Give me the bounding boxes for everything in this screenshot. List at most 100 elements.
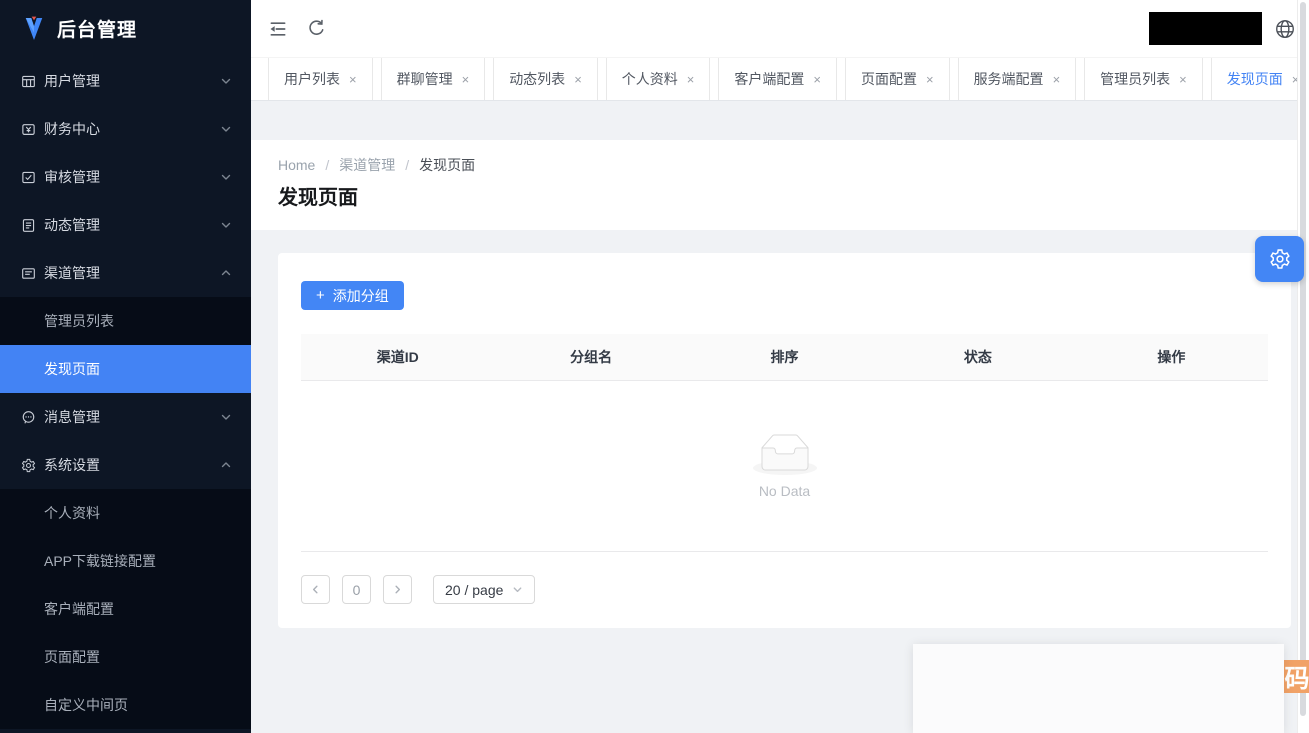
- close-icon[interactable]: ×: [926, 73, 934, 86]
- sidebar-item-settings[interactable]: 系统设置: [0, 441, 251, 489]
- sidebar-submenu-settings: 个人资料 APP下载链接配置 客户端配置 页面配置 自定义中间页: [0, 489, 251, 729]
- sidebar-item-message[interactable]: 消息管理: [0, 393, 251, 441]
- pagination: 0 20 / page: [301, 575, 1268, 604]
- tab-label: 管理员列表: [1100, 69, 1170, 89]
- page-body: Home / 渠道管理 / 发现页面 发现页面 + 添加分组 渠道ID 分组名 …: [251, 101, 1309, 733]
- chevron-left-icon: [310, 584, 321, 595]
- sidebar-collapse-button[interactable]: [268, 19, 288, 39]
- page-size-select[interactable]: 20 / page: [433, 575, 535, 604]
- empty-text: No Data: [759, 483, 810, 499]
- sidebar-item-label: 渠道管理: [44, 263, 220, 283]
- breadcrumb-separator: /: [405, 157, 409, 173]
- app-logo: 后台管理: [0, 0, 251, 57]
- sidebar-item-user-mgmt[interactable]: 用户管理: [0, 57, 251, 105]
- sidebar-item-audit[interactable]: 审核管理: [0, 153, 251, 201]
- chevron-up-icon: [220, 459, 232, 471]
- column-header-sort: 排序: [688, 347, 881, 367]
- tab-moments-list[interactable]: 动态列表 ×: [493, 58, 598, 100]
- list-panel-icon: [21, 266, 36, 281]
- tab-user-list[interactable]: 用户列表 ×: [268, 58, 373, 100]
- sidebar-item-channel[interactable]: 渠道管理: [0, 249, 251, 297]
- chevron-down-icon: [220, 75, 232, 87]
- sidebar-subitem-page-config[interactable]: 页面配置: [0, 633, 251, 681]
- sidebar-item-label: 系统设置: [44, 455, 220, 475]
- prev-page-button[interactable]: [301, 575, 330, 604]
- chevron-down-icon: [220, 171, 232, 183]
- tab-admin-list[interactable]: 管理员列表 ×: [1084, 58, 1203, 100]
- add-group-button-label: 添加分组: [333, 286, 389, 306]
- user-account-redacted[interactable]: [1149, 12, 1262, 45]
- plus-icon: +: [316, 288, 325, 303]
- sidebar-item-label: 消息管理: [44, 407, 220, 427]
- scrollbar-thumb[interactable]: [1300, 2, 1306, 716]
- tab-client-config[interactable]: 客户端配置 ×: [718, 58, 837, 100]
- tab-server-config[interactable]: 服务端配置 ×: [958, 58, 1077, 100]
- sidebar-item-label: 动态管理: [44, 215, 220, 235]
- checkbox-icon: [21, 170, 36, 185]
- sidebar-submenu-channel: 管理员列表 发现页面: [0, 297, 251, 393]
- close-icon[interactable]: ×: [1179, 73, 1187, 86]
- chevron-down-icon: [220, 219, 232, 231]
- sidebar-subitem-label: 页面配置: [44, 647, 100, 667]
- tab-page-config[interactable]: 页面配置 ×: [845, 58, 950, 100]
- tab-label: 群聊管理: [397, 69, 453, 89]
- main-area: 用户列表 × 群聊管理 × 动态列表 × 个人资料 × 客户端配置 × 页面配置…: [251, 0, 1309, 733]
- chevron-up-icon: [220, 267, 232, 279]
- sidebar-subitem-app-download-config[interactable]: APP下载链接配置: [0, 537, 251, 585]
- page-header: Home / 渠道管理 / 发现页面 发现页面: [251, 140, 1309, 230]
- sidebar-subitem-label: 管理员列表: [44, 311, 114, 331]
- sidebar-item-label: 财务中心: [44, 119, 220, 139]
- topbar: [251, 0, 1309, 58]
- scrollbar[interactable]: [1297, 0, 1309, 733]
- content-card: + 添加分组 渠道ID 分组名 排序 状态 操作: [278, 253, 1291, 628]
- column-header-channel-id: 渠道ID: [301, 347, 494, 367]
- money-icon: [21, 122, 36, 137]
- floating-panel: [913, 644, 1284, 733]
- tab-label: 客户端配置: [734, 69, 804, 89]
- chevron-down-icon: [512, 584, 523, 595]
- tab-discover-page[interactable]: 发现页面 ×: [1211, 58, 1309, 100]
- sidebar-item-moments[interactable]: 动态管理: [0, 201, 251, 249]
- close-icon[interactable]: ×: [574, 73, 582, 86]
- tab-label: 服务端配置: [974, 69, 1044, 89]
- app-root: 后台管理 用户管理 财务中心 审核管理: [0, 0, 1309, 733]
- chevron-down-icon: [220, 411, 232, 423]
- sidebar-subitem-profile[interactable]: 个人资料: [0, 489, 251, 537]
- app-title: 后台管理: [57, 15, 137, 42]
- sidebar-subitem-admin-list[interactable]: 管理员列表: [0, 297, 251, 345]
- sidebar-subitem-discover-page[interactable]: 发现页面: [0, 345, 251, 393]
- close-icon[interactable]: ×: [1053, 73, 1061, 86]
- column-header-actions: 操作: [1075, 347, 1268, 367]
- language-globe-icon[interactable]: [1274, 18, 1296, 40]
- sidebar-subitem-custom-middle-page[interactable]: 自定义中间页: [0, 681, 251, 729]
- tab-label: 页面配置: [861, 69, 917, 89]
- column-header-status: 状态: [881, 347, 1074, 367]
- tab-profile[interactable]: 个人资料 ×: [606, 58, 711, 100]
- tab-group-chat[interactable]: 群聊管理 ×: [381, 58, 486, 100]
- breadcrumb-home[interactable]: Home: [278, 157, 315, 173]
- close-icon[interactable]: ×: [813, 73, 821, 86]
- table-header-row: 渠道ID 分组名 排序 状态 操作: [301, 334, 1268, 381]
- sidebar-subitem-label: 发现页面: [44, 359, 100, 379]
- close-icon[interactable]: ×: [687, 73, 695, 86]
- current-page-indicator[interactable]: 0: [342, 575, 371, 604]
- sidebar-item-label: 用户管理: [44, 71, 220, 91]
- gear-icon: [1269, 248, 1291, 270]
- close-icon[interactable]: ×: [349, 73, 357, 86]
- chat-bubble-icon: [21, 410, 36, 425]
- tab-label: 个人资料: [622, 69, 678, 89]
- sidebar-item-label: 审核管理: [44, 167, 220, 187]
- theme-settings-button[interactable]: [1255, 236, 1304, 282]
- refresh-button[interactable]: [307, 19, 326, 38]
- sidebar-item-finance[interactable]: 财务中心: [0, 105, 251, 153]
- tab-label: 用户列表: [284, 69, 340, 89]
- next-page-button[interactable]: [383, 575, 412, 604]
- sidebar-subitem-label: APP下载链接配置: [44, 551, 156, 571]
- sidebar: 后台管理 用户管理 财务中心 审核管理: [0, 0, 251, 733]
- chevron-down-icon: [220, 123, 232, 135]
- close-icon[interactable]: ×: [462, 73, 470, 86]
- sidebar-subitem-client-config[interactable]: 客户端配置: [0, 585, 251, 633]
- table-grid-icon: [21, 74, 36, 89]
- table-empty-state: No Data: [301, 381, 1268, 552]
- add-group-button[interactable]: + 添加分组: [301, 281, 404, 310]
